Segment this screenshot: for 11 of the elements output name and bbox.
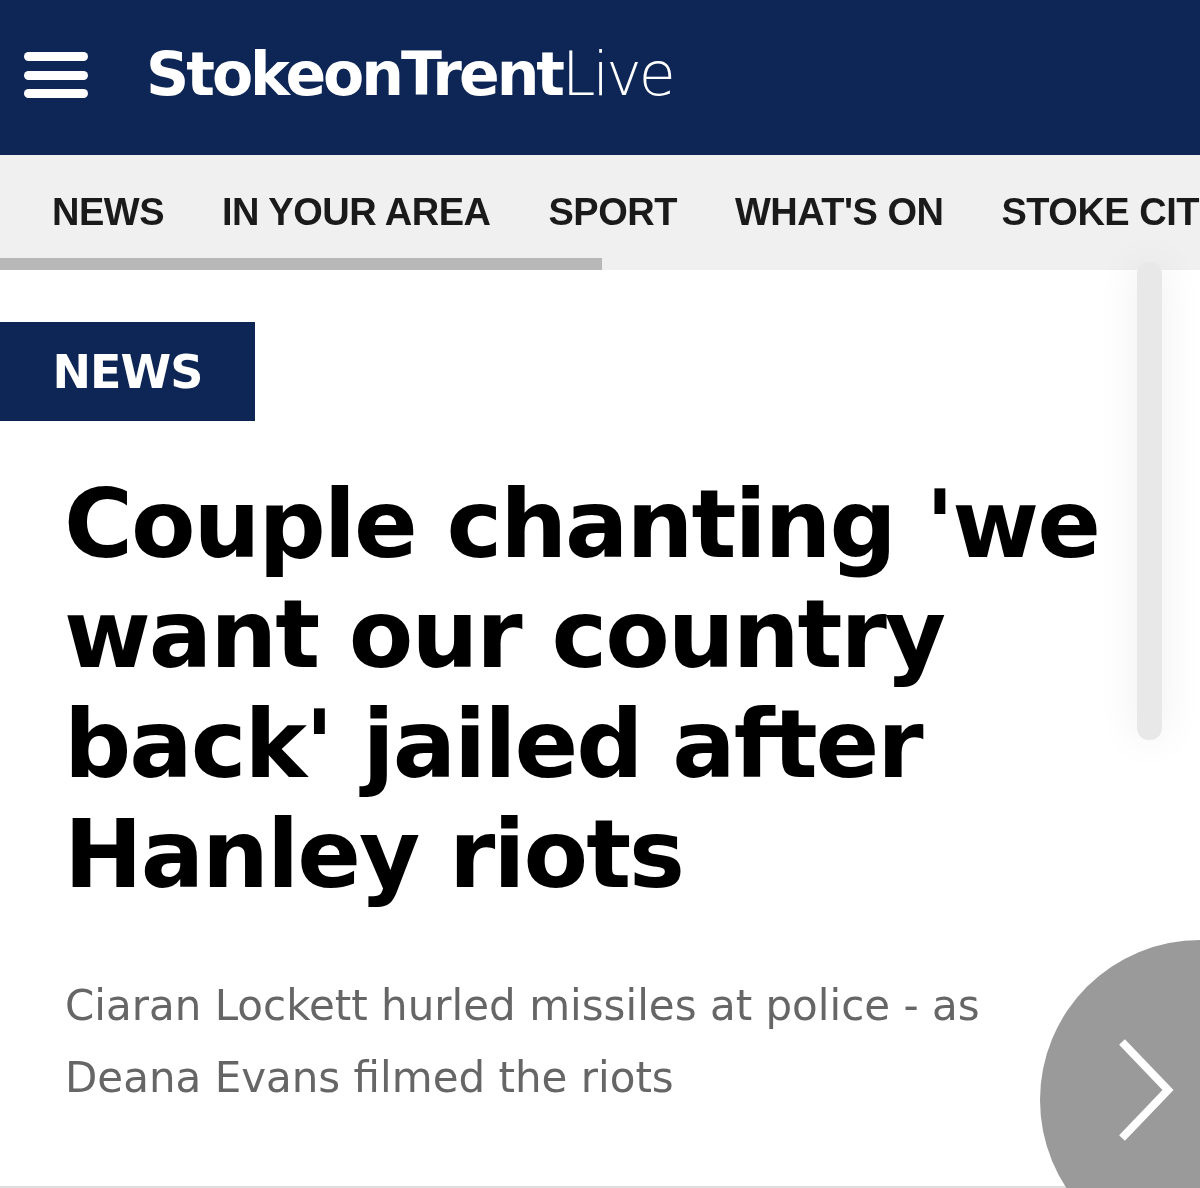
next-button[interactable] <box>1040 940 1200 1188</box>
nav-tab[interactable]: IN YOUR AREA <box>222 191 491 234</box>
nav-tab[interactable]: SPORT <box>548 191 677 234</box>
site-logo[interactable]: StokeonTrentLive <box>146 38 673 109</box>
headline: Couple chanting 'we want our country back' jailed after Hanley riots <box>64 470 1100 910</box>
nav-tab[interactable]: WHAT'S ON <box>734 191 944 234</box>
nav-tab[interactable]: NEWS <box>52 191 164 234</box>
nav-tab[interactable]: STOKE CIT <box>1001 191 1199 234</box>
standfirst: Ciaran Lockett hurled missiles at police - as Deana Evans filmed the riots <box>65 980 981 1104</box>
section-label[interactable]: NEWS <box>0 322 255 421</box>
menu-icon[interactable] <box>24 51 88 98</box>
